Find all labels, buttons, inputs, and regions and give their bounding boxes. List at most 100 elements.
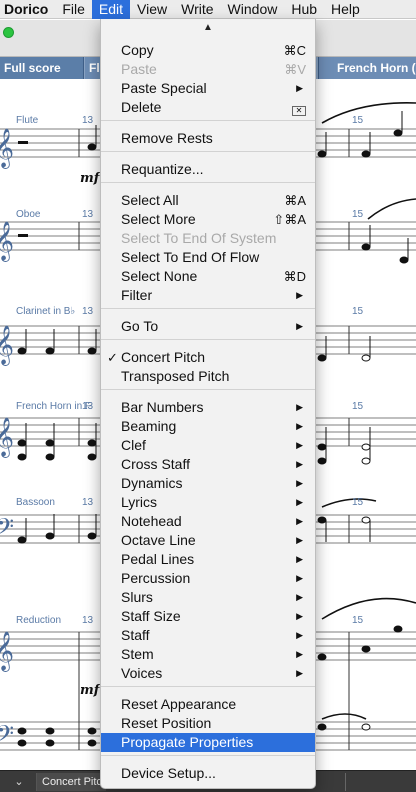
menu-item-select-to-end-of-flow[interactable]: Select To End Of Flow bbox=[101, 248, 315, 267]
menu-item-label: Bar Numbers bbox=[121, 399, 204, 415]
dynamic-marking[interactable]: mf bbox=[80, 171, 99, 186]
instrument-label-french-horn[interactable]: French Horn in F bbox=[16, 401, 91, 412]
menu-item-reset-position[interactable]: Reset Position bbox=[101, 714, 315, 733]
menu-item-select-to-end-of-system[interactable]: Select To End Of System bbox=[101, 229, 315, 248]
chevron-down-icon[interactable]: ⌄ bbox=[8, 773, 30, 791]
menu-item-propagate-properties[interactable]: Propagate Properties bbox=[101, 733, 315, 752]
menu-item-slurs[interactable]: Slurs ▶ bbox=[101, 588, 315, 607]
menu-separator bbox=[101, 120, 315, 121]
menu-item-select-all[interactable]: Select All ⌘A bbox=[101, 191, 315, 210]
menu-item-select-none[interactable]: Select None ⌘D bbox=[101, 267, 315, 286]
submenu-arrow-icon: ▶ bbox=[296, 573, 303, 583]
menu-window[interactable]: Window bbox=[221, 0, 285, 19]
menu-item-label: Transposed Pitch bbox=[121, 368, 230, 384]
shortcut: ⌘C bbox=[283, 43, 306, 58]
status-divider bbox=[345, 773, 346, 791]
menu-item-label: Voices bbox=[121, 665, 163, 681]
menu-item-go-to[interactable]: Go To ▶ bbox=[101, 317, 315, 336]
submenu-arrow-icon: ▶ bbox=[296, 554, 303, 564]
pitch-mode-selector[interactable]: Concert Pitch bbox=[36, 773, 106, 791]
menu-item-percussion[interactable]: Percussion ▶ bbox=[101, 569, 315, 588]
app-menu-dorico[interactable]: Dorico bbox=[0, 0, 55, 19]
menu-item-cross-staff[interactable]: Cross Staff ▶ bbox=[101, 455, 315, 474]
menu-item-notehead[interactable]: Notehead ▶ bbox=[101, 512, 315, 531]
menu-file[interactable]: File bbox=[55, 0, 92, 19]
submenu-arrow-icon: ▶ bbox=[296, 421, 303, 431]
treble-clef-icon: 𝄞 bbox=[0, 128, 14, 169]
menu-item-concert-pitch[interactable]: ✓ Concert Pitch bbox=[101, 348, 315, 367]
submenu-arrow-icon: ▶ bbox=[296, 668, 303, 678]
menu-item-label: Slurs bbox=[121, 589, 153, 605]
menu-item-copy[interactable]: Copy ⌘C bbox=[101, 41, 315, 60]
menu-item-label: Octave Line bbox=[121, 532, 196, 548]
menu-item-requantize[interactable]: Requantize... bbox=[101, 160, 315, 179]
menu-separator bbox=[101, 182, 315, 183]
menu-item-select-more[interactable]: Select More ⇧⌘A bbox=[101, 210, 315, 229]
menu-item-paste-special[interactable]: Paste Special ▶ bbox=[101, 79, 315, 98]
menu-item-transposed-pitch[interactable]: Transposed Pitch bbox=[101, 367, 315, 386]
menu-item-label: Notehead bbox=[121, 513, 182, 529]
menu-item-dynamics[interactable]: Dynamics ▶ bbox=[101, 474, 315, 493]
menu-help[interactable]: Help bbox=[324, 0, 367, 19]
treble-clef-icon: 𝄞 bbox=[0, 221, 14, 262]
dynamic-marking[interactable]: mf bbox=[80, 683, 99, 698]
submenu-arrow-icon: ▶ bbox=[296, 459, 303, 469]
delete-key-icon: ✕ bbox=[292, 98, 306, 117]
bar-number: 13 bbox=[82, 115, 94, 126]
submenu-arrow-icon: ▶ bbox=[296, 83, 303, 93]
shortcut: ⌘A bbox=[284, 193, 306, 208]
menu-item-paste[interactable]: Paste ⌘V bbox=[101, 60, 315, 79]
edit-menu-dropdown: ▲ Copy ⌘C Paste ⌘V Paste Special ▶ Delet… bbox=[100, 19, 316, 789]
menu-item-lyrics[interactable]: Lyrics ▶ bbox=[101, 493, 315, 512]
instrument-label-clarinet[interactable]: Clarinet in B♭ bbox=[16, 306, 75, 317]
menu-item-label: Cross Staff bbox=[121, 456, 190, 472]
instrument-label-oboe[interactable]: Oboe bbox=[16, 209, 40, 220]
tab-full-score[interactable]: Full score bbox=[0, 57, 84, 79]
submenu-arrow-icon: ▶ bbox=[296, 440, 303, 450]
menu-item-device-setup[interactable]: Device Setup... bbox=[101, 764, 315, 783]
bar-number: 15 bbox=[352, 306, 364, 317]
menu-item-label: Lyrics bbox=[121, 494, 158, 510]
submenu-arrow-icon: ▶ bbox=[296, 630, 303, 640]
menu-view[interactable]: View bbox=[130, 0, 174, 19]
submenu-arrow-icon: ▶ bbox=[296, 478, 303, 488]
zoom-window-button[interactable] bbox=[3, 27, 14, 38]
menu-item-stem[interactable]: Stem ▶ bbox=[101, 645, 315, 664]
menu-item-label: Select More bbox=[121, 211, 196, 227]
bar-number: 15 bbox=[352, 401, 364, 412]
menu-item-label: Stem bbox=[121, 646, 154, 662]
menu-item-clef[interactable]: Clef ▶ bbox=[101, 436, 315, 455]
menu-item-label: Paste bbox=[121, 61, 157, 77]
menu-item-bar-numbers[interactable]: Bar Numbers ▶ bbox=[101, 398, 315, 417]
menu-item-label: Device Setup... bbox=[121, 765, 216, 781]
menu-item-beaming[interactable]: Beaming ▶ bbox=[101, 417, 315, 436]
menu-item-label: Reset Appearance bbox=[121, 696, 237, 712]
menu-edit[interactable]: Edit bbox=[91, 0, 131, 19]
menu-item-staff-size[interactable]: Staff Size ▶ bbox=[101, 607, 315, 626]
instrument-label-reduction[interactable]: Reduction bbox=[16, 615, 61, 626]
menu-item-label: Copy bbox=[121, 42, 154, 58]
menu-item-label: Staff Size bbox=[121, 608, 181, 624]
instrument-label-bassoon[interactable]: Bassoon bbox=[16, 497, 55, 508]
menu-item-filter[interactable]: Filter ▶ bbox=[101, 286, 315, 305]
scroll-up-arrow-icon[interactable]: ▲ bbox=[101, 19, 315, 37]
bar-number: 13 bbox=[82, 615, 94, 626]
menu-item-pedal-lines[interactable]: Pedal Lines ▶ bbox=[101, 550, 315, 569]
menu-item-label: Delete bbox=[121, 99, 162, 115]
instrument-label-flute[interactable]: Flute bbox=[16, 115, 38, 126]
menu-item-voices[interactable]: Voices ▶ bbox=[101, 664, 315, 683]
menu-separator bbox=[101, 151, 315, 152]
menu-write[interactable]: Write bbox=[174, 0, 220, 19]
menu-item-delete[interactable]: Delete ✕ bbox=[101, 98, 315, 117]
tab-french-horn[interactable]: French Horn (F bbox=[318, 57, 416, 79]
bar-number: 13 bbox=[82, 497, 94, 508]
menu-hub[interactable]: Hub bbox=[284, 0, 324, 19]
menu-item-octave-line[interactable]: Octave Line ▶ bbox=[101, 531, 315, 550]
menu-item-label: Staff bbox=[121, 627, 150, 643]
treble-clef-icon: 𝄞 bbox=[0, 631, 14, 672]
menu-item-staff[interactable]: Staff ▶ bbox=[101, 626, 315, 645]
menu-item-reset-appearance[interactable]: Reset Appearance bbox=[101, 695, 315, 714]
checkmark-icon: ✓ bbox=[107, 350, 118, 365]
menu-item-remove-rests[interactable]: Remove Rests bbox=[101, 129, 315, 148]
menu-item-label: Concert Pitch bbox=[121, 349, 206, 365]
